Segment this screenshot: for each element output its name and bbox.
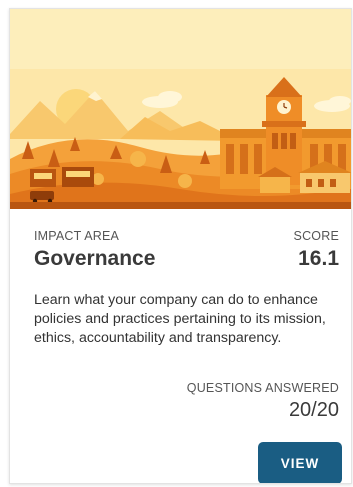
view-button[interactable]: VIEW — [258, 442, 342, 483]
impact-area-title: Governance — [34, 247, 156, 270]
impact-area-label: IMPACT AREA — [34, 229, 120, 243]
questions-answered-label: QUESTIONS ANSWERED — [186, 381, 339, 395]
score-label: SCORE — [293, 229, 339, 243]
town-landscape-illustration — [10, 9, 351, 209]
questions-answered-value: 20/20 — [288, 399, 339, 421]
card-body: IMPACT AREA SCORE Governance 16.1 Learn … — [10, 209, 351, 483]
impact-area-card: IMPACT AREA SCORE Governance 16.1 Learn … — [9, 8, 352, 484]
impact-area-description: Learn what your company can do to enhanc… — [34, 292, 326, 346]
score-value: 16.1 — [298, 247, 339, 270]
